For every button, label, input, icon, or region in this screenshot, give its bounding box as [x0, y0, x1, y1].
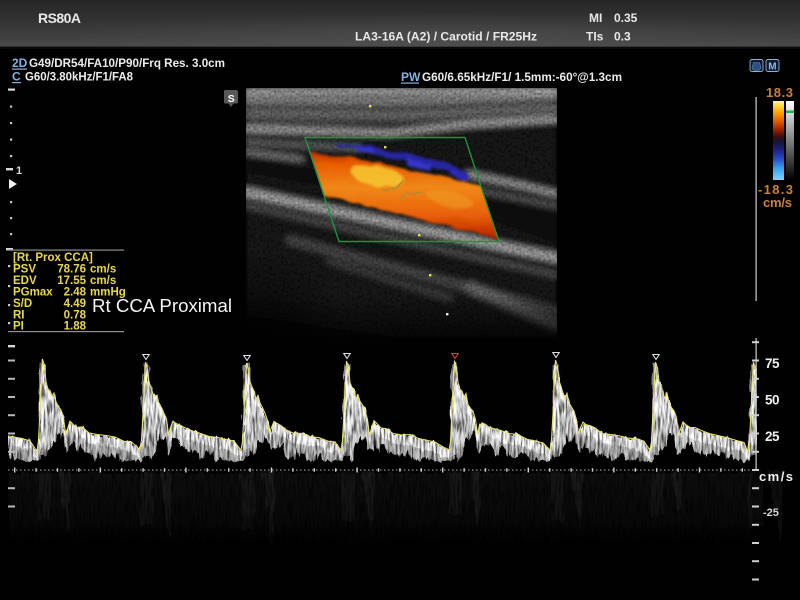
- svg-text:[Rt. Prox CCA]: [Rt. Prox CCA]: [13, 252, 93, 264]
- svg-text:RS80A: RS80A: [38, 10, 81, 26]
- svg-text:cm/s: cm/s: [763, 195, 792, 210]
- svg-text:MI: MI: [589, 11, 602, 25]
- svg-text:17.55: 17.55: [57, 275, 86, 287]
- svg-text:PW: PW: [401, 70, 421, 84]
- svg-text:G60/3.80kHz/F1/FA8: G60/3.80kHz/F1/FA8: [25, 70, 133, 84]
- svg-text:G49/DR54/FA10/P90/Frq Res. 3.0: G49/DR54/FA10/P90/Frq Res. 3.0cm: [29, 56, 225, 70]
- svg-text:0.35: 0.35: [614, 11, 638, 25]
- svg-text:S/D: S/D: [13, 298, 32, 310]
- svg-text:2.48: 2.48: [64, 287, 87, 299]
- svg-text:PSV: PSV: [13, 264, 36, 276]
- svg-text:cm/s: cm/s: [90, 275, 116, 287]
- svg-text:cm/s: cm/s: [759, 469, 793, 484]
- svg-text:Rt CCA Proximal: Rt CCA Proximal: [92, 296, 232, 316]
- svg-text:LA3-16A (A2) / Carotid / FR25H: LA3-16A (A2) / Carotid / FR25Hz: [355, 30, 537, 44]
- svg-text:PI: PI: [13, 321, 24, 333]
- svg-text:M: M: [768, 62, 776, 73]
- svg-text:cm/s: cm/s: [90, 264, 116, 276]
- svg-text:4.49: 4.49: [64, 298, 86, 310]
- svg-text:G60/6.65kHz/F1/ 1.5mm:-60°@1.3: G60/6.65kHz/F1/ 1.5mm:-60°@1.3cm: [422, 70, 622, 84]
- svg-text:2D: 2D: [12, 56, 28, 70]
- svg-text:PGmax: PGmax: [13, 287, 53, 299]
- svg-text:75: 75: [765, 356, 780, 371]
- svg-text:-25: -25: [763, 507, 779, 519]
- svg-text:S: S: [228, 93, 235, 105]
- svg-text:50: 50: [765, 393, 780, 408]
- svg-text:18.3: 18.3: [766, 85, 793, 100]
- svg-text:0.3: 0.3: [614, 30, 631, 44]
- svg-text:EDV: EDV: [13, 275, 37, 287]
- svg-text:TIs: TIs: [586, 30, 604, 44]
- svg-text:1: 1: [16, 165, 22, 177]
- svg-text:1.88: 1.88: [64, 321, 87, 333]
- svg-text:78.76: 78.76: [57, 264, 86, 276]
- svg-text:C: C: [12, 70, 21, 84]
- svg-text:25: 25: [765, 429, 780, 444]
